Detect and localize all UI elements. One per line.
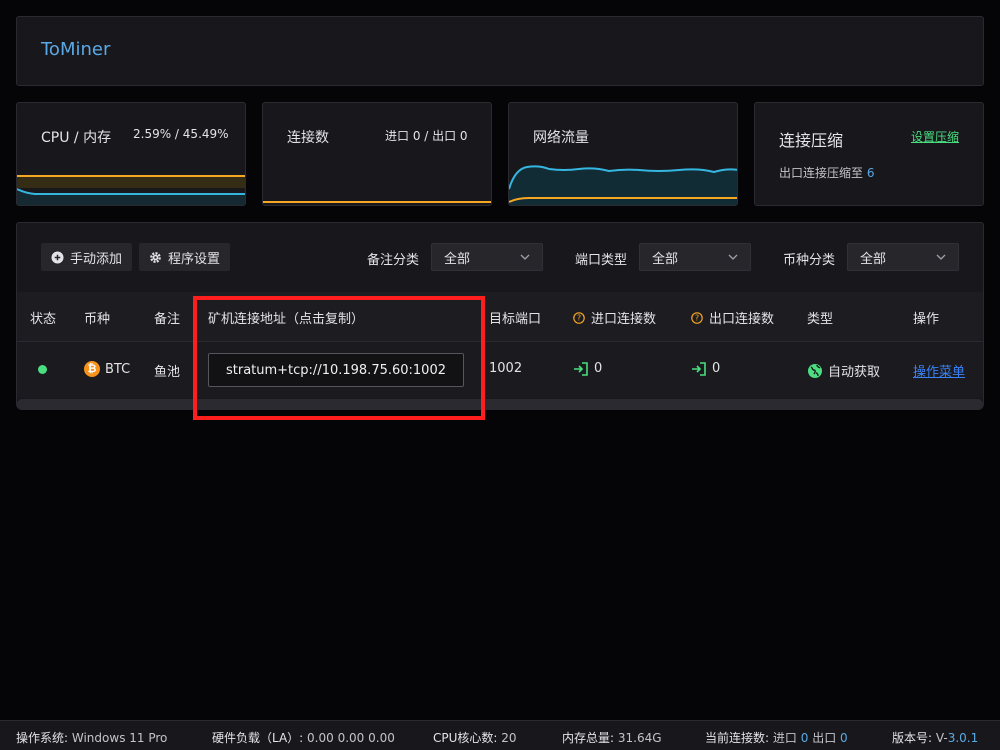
miner-table: 状态 币种 备注 矿机连接地址（点击复制） 目标端口 ? 进口连接数 ? 出口连… — [16, 292, 984, 410]
col-inbound-connections: ? 进口连接数 — [573, 308, 656, 327]
conn-out-value: 0 — [840, 731, 848, 745]
connections-card: 连接数 进口 0 / 出口 0 — [262, 102, 492, 206]
col-inbound-label: 进口连接数 — [591, 312, 657, 327]
globe-icon — [808, 363, 822, 378]
status-dot-icon — [38, 365, 47, 374]
version-value: 3.0.1 — [947, 731, 979, 745]
coin-filter-select[interactable]: 全部 — [847, 243, 959, 271]
gear-icon — [150, 251, 161, 263]
cores-value: 20 — [501, 731, 517, 745]
manual-add-button[interactable]: 手动添加 — [41, 243, 133, 271]
connections-value: 进口 0 / 出口 0 — [385, 129, 468, 143]
version-prefix: V- — [935, 731, 948, 745]
load-info: 硬件负载（LA）: 0.00 0.00 0.00 — [212, 729, 395, 746]
load-label: 硬件负载（LA）: — [212, 731, 304, 745]
target-port-cell: 1002 — [489, 361, 523, 376]
chevron-down-icon — [728, 254, 738, 260]
svg-text:?: ? — [695, 313, 699, 322]
version-label: 版本号: — [892, 731, 933, 745]
coin-name: BTC — [105, 361, 131, 377]
connection-compression-card: 连接压缩 设置压缩 出口连接压缩至 6 — [754, 102, 984, 206]
network-traffic-label: 网络流量 — [533, 130, 589, 146]
outbound-cell: 0 — [691, 361, 720, 376]
cpu-memory-card: CPU / 内存 2.59% / 45.49% — [16, 102, 246, 206]
type-cell: 自动获取 — [807, 361, 880, 380]
set-compression-link[interactable]: 设置压缩 — [911, 128, 959, 145]
col-miner-address: 矿机连接地址（点击复制） — [208, 312, 365, 327]
sign-out-icon — [692, 361, 706, 376]
conn-in-value: 0 — [800, 731, 809, 745]
mem-label: 内存总量: — [562, 731, 615, 745]
conn-label: 当前连接数: — [705, 731, 770, 745]
col-target-port: 目标端口 — [489, 312, 542, 327]
cpu-memory-value: 2.59% / 45.49% — [133, 127, 229, 141]
col-outbound-label: 出口连接数 — [709, 312, 775, 327]
app-header: ToMiner — [16, 16, 984, 86]
col-status: 状态 — [30, 312, 57, 327]
mem-value: 31.64G — [617, 731, 662, 745]
chevron-down-icon — [936, 254, 946, 260]
compression-summary-label: 出口连接压缩至 — [779, 166, 864, 180]
cpu-memory-sparkline — [17, 175, 245, 205]
connections-label: 连接数 — [287, 130, 329, 146]
col-coin: 币种 — [84, 312, 111, 327]
os-label: 操作系统: — [16, 731, 69, 745]
svg-text:?: ? — [577, 313, 581, 322]
col-outbound-connections: ? 出口连接数 — [691, 308, 774, 327]
action-cell: 操作菜单 — [913, 361, 965, 380]
cores-label: CPU核心数: — [433, 731, 498, 745]
table-horizontal-scrollbar[interactable] — [17, 399, 983, 409]
status-bar: 操作系统: Windows 11 Pro 硬件负载（LA）: 0.00 0.00… — [0, 720, 1000, 750]
question-circle-icon[interactable]: ? — [573, 311, 585, 324]
col-action: 操作 — [913, 312, 940, 327]
inbound-cell: 0 — [573, 361, 602, 376]
os-value: Windows 11 Pro — [71, 731, 168, 745]
outbound-count: 0 — [712, 361, 721, 376]
compression-label: 连接压缩 — [779, 131, 844, 150]
sign-in-icon — [574, 361, 588, 376]
note-filter-value: 全部 — [444, 251, 471, 267]
load-value: 0.00 0.00 0.00 — [307, 731, 395, 745]
connections-sparkline — [263, 201, 491, 203]
os-info: 操作系统: Windows 11 Pro — [16, 729, 167, 746]
compression-value: 6 — [866, 166, 875, 180]
memory-info: 内存总量: 31.64G — [562, 729, 662, 746]
cpu-memory-label: CPU / 内存 — [41, 130, 112, 146]
table-header: 状态 币种 备注 矿机连接地址（点击复制） 目标端口 ? 进口连接数 ? 出口连… — [17, 292, 983, 342]
col-note: 备注 — [154, 312, 181, 327]
compression-summary: 出口连接压缩至 6 — [779, 164, 874, 181]
conn-in-label: 进口 — [772, 731, 797, 745]
type-value: 自动获取 — [828, 365, 881, 380]
conn-out-label: 出口 — [812, 731, 837, 745]
col-type: 类型 — [807, 312, 834, 327]
manual-add-label: 手动添加 — [70, 251, 123, 267]
question-circle-icon[interactable]: ? — [691, 311, 703, 324]
cpu-cores-info: CPU核心数: 20 — [433, 729, 517, 746]
app-title: ToMiner — [41, 39, 111, 60]
status-indicator — [38, 365, 47, 374]
network-traffic-sparkline — [509, 165, 737, 205]
port-type-filter-value: 全部 — [652, 251, 679, 267]
port-type-filter-label: 端口类型 — [575, 253, 628, 268]
note-filter-select[interactable]: 全部 — [431, 243, 543, 271]
port-type-filter-select[interactable]: 全部 — [639, 243, 751, 271]
filter-toolbar: 手动添加 程序设置 备注分类 全部 端口类型 全部 币种分类 全部 — [16, 222, 984, 292]
network-traffic-card: 网络流量 — [508, 102, 738, 206]
note-cell: 鱼池 — [154, 365, 181, 380]
table-row: ₿ BTC 鱼池 stratum+tcp://10.198.75.60:1002… — [17, 342, 983, 398]
miner-address-copy-box[interactable]: stratum+tcp://10.198.75.60:1002 — [208, 353, 464, 387]
action-menu-link[interactable]: 操作菜单 — [913, 361, 965, 380]
chevron-down-icon — [520, 254, 530, 260]
coin-filter-label: 币种分类 — [783, 253, 836, 268]
version-info: 版本号: V-3.0.1 — [892, 729, 978, 746]
program-settings-label: 程序设置 — [168, 251, 221, 267]
note-filter-label: 备注分类 — [367, 253, 420, 268]
bitcoin-icon: ₿ — [84, 361, 100, 377]
program-settings-button[interactable]: 程序设置 — [139, 243, 231, 271]
inbound-count: 0 — [594, 361, 603, 376]
coin-filter-value: 全部 — [860, 251, 887, 267]
current-connections-info: 当前连接数: 进口 0 出口 0 — [705, 729, 848, 746]
coin-cell: ₿ BTC — [84, 361, 130, 377]
plus-circle-icon — [51, 250, 64, 264]
